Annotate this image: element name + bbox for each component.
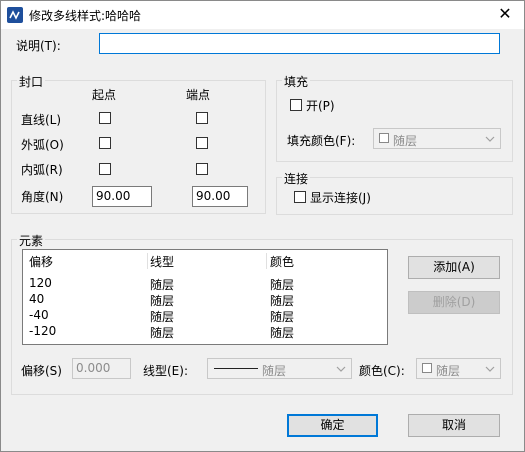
caps-inner-arc-end-checkbox[interactable]: [196, 163, 208, 175]
chevron-down-icon: [483, 361, 497, 376]
color-value: 随层: [436, 364, 461, 378]
chevron-down-icon: [483, 131, 497, 146]
line-sample-icon: [214, 368, 258, 369]
chevron-down-icon: [334, 361, 348, 376]
caps-end-header: 端点: [186, 88, 211, 102]
fill-group: [276, 80, 513, 162]
delete-button[interactable]: 删除(D): [408, 291, 500, 314]
color-swatch-icon: [379, 133, 389, 143]
column-divider: [147, 253, 148, 269]
column-header-linetype[interactable]: 线型: [150, 253, 174, 270]
fill-color-select[interactable]: 随层: [373, 128, 501, 149]
color-label: 颜色(C):: [359, 364, 405, 378]
show-joints-checkbox[interactable]: [294, 191, 306, 203]
description-input[interactable]: [99, 33, 500, 54]
row-offset: -40: [29, 308, 49, 322]
row-color: 随层: [270, 326, 295, 340]
app-icon: [7, 7, 23, 23]
row-linetype: 随层: [150, 294, 175, 308]
caps-inner-arc-start-checkbox[interactable]: [99, 163, 111, 175]
row-offset: 40: [29, 292, 45, 306]
color-select[interactable]: 随层: [416, 358, 501, 379]
linetype-label: 线型(E):: [143, 364, 188, 378]
row-color: 随层: [270, 310, 295, 324]
elements-list[interactable]: 偏移 线型 颜色 120 随层 随层 40 随层 随层 -40 随层 随层 -1…: [22, 249, 388, 345]
column-divider: [266, 253, 267, 269]
offset-input[interactable]: 0.000: [72, 358, 131, 379]
color-swatch-icon: [422, 363, 432, 373]
title-bar: 修改多线样式:哈哈哈 ✕: [1, 1, 524, 29]
description-label: 说明(T):: [16, 39, 61, 53]
column-header-offset[interactable]: 偏移: [29, 253, 53, 270]
caps-line-label: 直线(L): [21, 113, 62, 127]
caps-inner-arc-label: 内弧(R): [21, 163, 63, 177]
row-color: 随层: [270, 294, 295, 308]
cancel-button[interactable]: 取消: [408, 414, 500, 437]
caps-outer-arc-end-checkbox[interactable]: [196, 137, 208, 149]
caps-start-header: 起点: [92, 88, 117, 102]
caps-line-start-checkbox[interactable]: [99, 112, 111, 124]
caps-outer-arc-label: 外弧(O): [21, 138, 64, 152]
caps-group-label: 封口: [17, 73, 46, 90]
column-header-color[interactable]: 颜色: [270, 253, 294, 270]
close-icon[interactable]: ✕: [492, 3, 518, 25]
caps-angle-end-input[interactable]: 90.00: [192, 186, 248, 207]
caps-line-end-checkbox[interactable]: [196, 112, 208, 124]
caps-angle-start-input[interactable]: 90.00: [92, 186, 152, 207]
multiline-style-dialog: 修改多线样式:哈哈哈 ✕ 说明(T): 封口 起点 端点 直线(L) 外弧(O)…: [0, 0, 525, 452]
show-joints-label: 显示连接(J): [310, 191, 371, 205]
ok-button[interactable]: 确定: [287, 414, 378, 437]
linetype-select[interactable]: 随层: [207, 358, 352, 379]
row-linetype: 随层: [150, 326, 175, 340]
row-color: 随层: [270, 278, 295, 292]
row-linetype: 随层: [150, 310, 175, 324]
window-title: 修改多线样式:哈哈哈: [29, 9, 142, 23]
row-offset: -120: [29, 324, 57, 338]
fill-on-label: 开(P): [306, 99, 335, 113]
caps-angle-label: 角度(N): [21, 190, 64, 204]
joints-group-label: 连接: [282, 170, 311, 187]
linetype-value: 随层: [262, 364, 287, 378]
fill-color-label: 填充颜色(F):: [287, 134, 356, 148]
fill-group-label: 填充: [282, 73, 311, 90]
add-button[interactable]: 添加(A): [408, 256, 500, 279]
row-offset: 120: [29, 276, 52, 290]
fill-color-value: 随层: [393, 134, 418, 148]
elements-group-label: 元素: [17, 232, 46, 249]
offset-label: 偏移(S): [21, 364, 62, 378]
fill-on-checkbox[interactable]: [290, 99, 302, 111]
row-linetype: 随层: [150, 278, 175, 292]
caps-outer-arc-start-checkbox[interactable]: [99, 137, 111, 149]
